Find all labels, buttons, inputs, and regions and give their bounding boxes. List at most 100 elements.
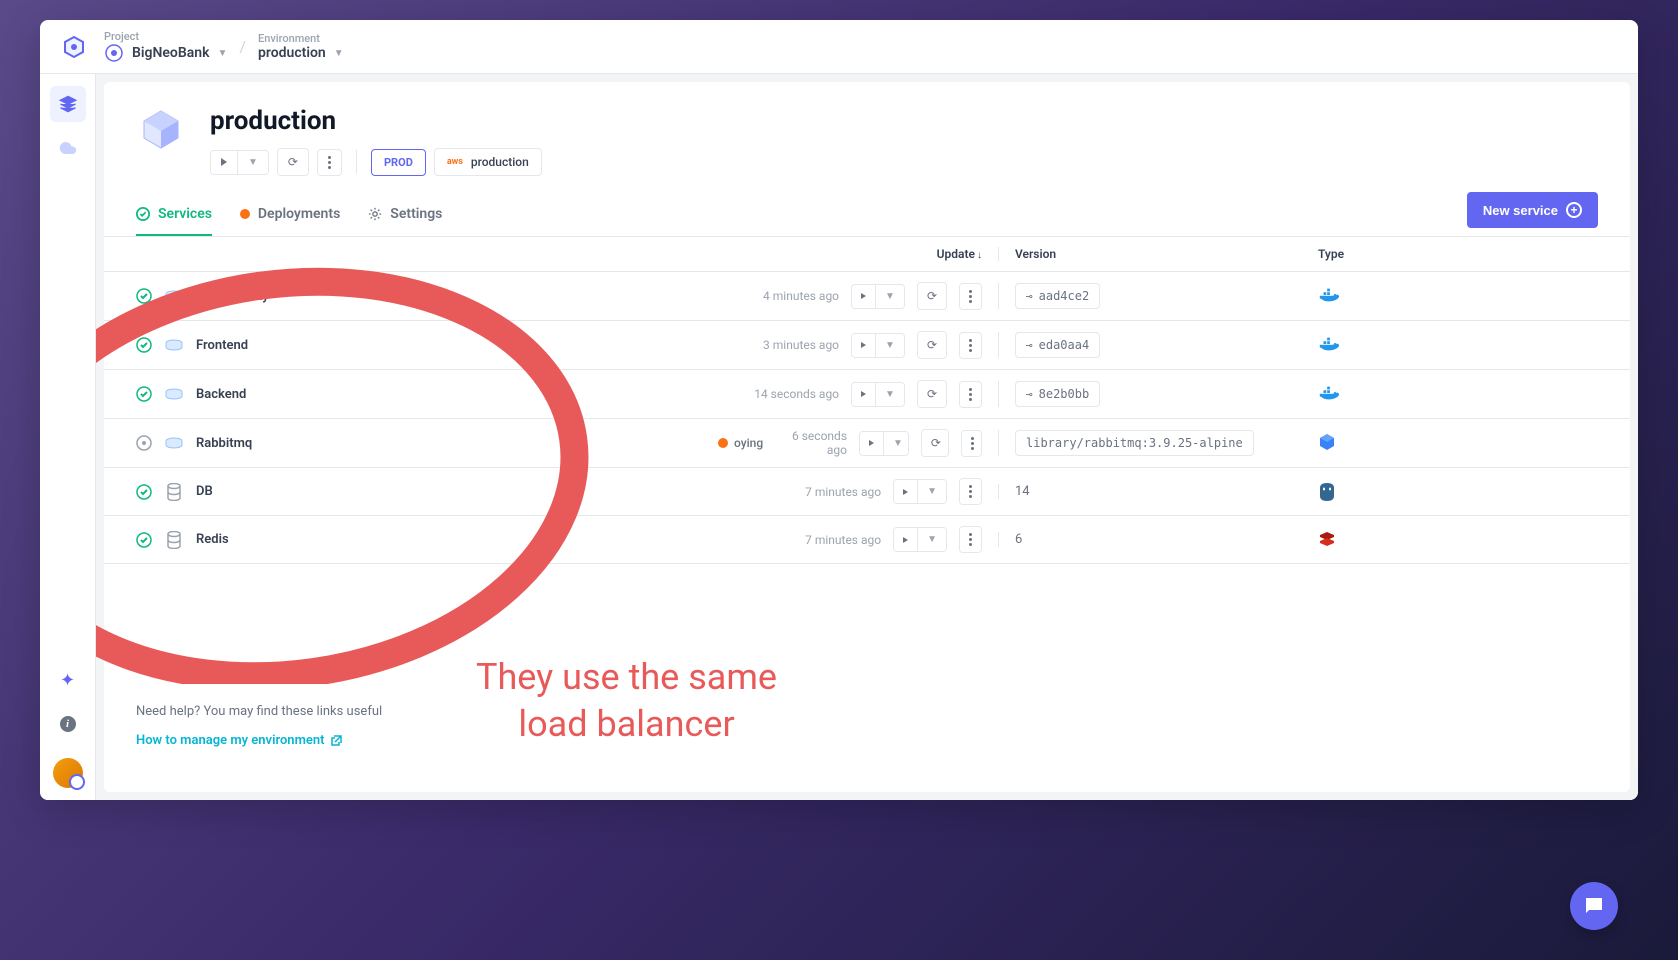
tab-label: Settings [390, 206, 442, 222]
chevron-down-icon: ▼ [885, 291, 895, 302]
row-play-button[interactable] [852, 334, 876, 357]
play-dropdown-button[interactable]: ▼ [238, 151, 268, 174]
cycle-icon: ⟳ [927, 338, 937, 352]
sidebar-item-environments[interactable] [50, 86, 86, 122]
status-dot-icon [718, 438, 728, 448]
tab-label: Deployments [258, 206, 340, 222]
row-play-button[interactable] [860, 432, 884, 455]
chevron-down-icon: ▼ [927, 534, 937, 545]
row-play-dropdown[interactable]: ▼ [918, 480, 946, 503]
update-time: 7 minutes ago [805, 485, 881, 499]
version-text: 14 [1015, 484, 1030, 499]
service-name: DB [196, 484, 213, 499]
col-header-version: Version [998, 247, 1318, 261]
row-redeploy-button[interactable]: ⟳ [918, 332, 946, 358]
cycle-icon: ⟳ [931, 436, 941, 450]
chevron-down-icon: ▼ [893, 438, 903, 449]
service-icon [164, 335, 184, 355]
environment-icon [136, 106, 186, 156]
row-play-button[interactable] [894, 528, 918, 551]
tab-services[interactable]: Services [136, 194, 212, 236]
play-button[interactable] [211, 151, 238, 174]
row-more-button[interactable] [960, 333, 981, 358]
row-play-dropdown[interactable]: ▼ [876, 285, 904, 308]
row-play-button[interactable] [852, 285, 876, 308]
commit-tag[interactable]: ⊸8e2b0bb [1015, 381, 1100, 407]
new-service-button[interactable]: New service + [1467, 192, 1598, 228]
service-name: Frontend [196, 338, 248, 353]
divider [356, 150, 357, 174]
chevron-down-icon: ▼ [217, 48, 227, 59]
plus-circle-icon: + [1566, 202, 1582, 218]
table-row[interactable]: Backend 14 seconds ago ▼ ⟳ ⊸8e2b0bb [104, 370, 1630, 419]
row-redeploy-button[interactable]: ⟳ [922, 430, 949, 456]
type-icon-docker [1318, 286, 1338, 306]
tab-settings[interactable]: Settings [368, 194, 442, 236]
sidebar-item-add[interactable]: ✦ [50, 662, 86, 698]
help-link-label: How to manage my environment [136, 733, 324, 748]
row-more-button[interactable] [960, 527, 981, 552]
status-ok-icon [136, 484, 152, 500]
col-header-update[interactable]: Update↓ [718, 247, 998, 261]
cloud-badge: aws production [434, 148, 542, 176]
chevron-down-icon: ▼ [927, 486, 937, 497]
sidebar-item-info[interactable]: i [50, 706, 86, 742]
row-more-button[interactable] [960, 479, 981, 504]
commit-icon: ⊸ [1026, 339, 1033, 352]
update-time: 7 minutes ago [805, 533, 881, 547]
table-row[interactable]: Rabbitmq oying 6 seconds ago ▼ ⟳ library… [104, 419, 1630, 468]
environment-name: production [258, 45, 326, 61]
row-redeploy-button[interactable]: ⟳ [918, 381, 946, 407]
row-more-button[interactable] [960, 284, 981, 309]
table-row[interactable]: Frontend 3 minutes ago ▼ ⟳ ⊸eda0aa4 [104, 321, 1630, 370]
row-more-button[interactable] [960, 382, 981, 407]
service-name: Backend [196, 387, 246, 402]
redeploy-button[interactable]: ⟳ [278, 149, 308, 175]
help-link[interactable]: How to manage my environment [136, 733, 1598, 748]
commit-tag[interactable]: ⊸aad4ce2 [1015, 283, 1100, 309]
user-avatar[interactable] [53, 758, 83, 788]
play-icon [903, 537, 908, 543]
external-link-icon [330, 735, 342, 747]
row-redeploy-button[interactable]: ⟳ [918, 283, 946, 309]
service-icon [164, 530, 184, 550]
row-play-dropdown[interactable]: ▼ [918, 528, 946, 551]
row-play-dropdown[interactable]: ▼ [884, 432, 909, 455]
service-icon [164, 384, 184, 404]
aws-icon: aws [447, 157, 463, 167]
row-play-button[interactable] [894, 480, 918, 503]
row-play-dropdown[interactable]: ▼ [876, 383, 904, 406]
project-selector[interactable]: BigNeoBank ▼ [104, 43, 227, 63]
play-icon [861, 293, 866, 299]
row-more-button[interactable] [962, 431, 982, 456]
type-icon-docker [1318, 335, 1338, 355]
status-ok-icon [136, 288, 152, 304]
tab-deployments[interactable]: Deployments [240, 194, 340, 236]
status-dot-icon [240, 209, 250, 219]
chat-widget[interactable] [1570, 882, 1618, 930]
cloud-label: production [471, 155, 529, 169]
type-icon-postgres [1318, 482, 1338, 502]
dots-vertical-icon [969, 290, 972, 303]
app-logo[interactable] [60, 33, 88, 61]
table-row[interactable]: DB 7 minutes ago ▼ 14 [104, 468, 1630, 516]
more-button[interactable] [318, 150, 341, 175]
version-tag[interactable]: library/rabbitmq:3.9.25-alpine [1015, 430, 1254, 456]
gear-icon [368, 207, 382, 221]
environment-selector[interactable]: production ▼ [258, 45, 344, 61]
sidebar-item-cloud[interactable] [50, 130, 86, 166]
table-row[interactable]: Redis 7 minutes ago ▼ 6 [104, 516, 1630, 564]
commit-icon: ⊸ [1026, 290, 1033, 303]
breadcrumb-separator: / [239, 37, 246, 56]
commit-icon: ⊸ [1026, 388, 1033, 401]
table-row[interactable]: API gateway 4 minutes ago ▼ ⟳ ⊸aad4ce2 [104, 272, 1630, 321]
commit-tag[interactable]: ⊸eda0aa4 [1015, 332, 1100, 358]
row-play-dropdown[interactable]: ▼ [876, 334, 904, 357]
status-ok-icon [136, 386, 152, 402]
play-icon [869, 440, 874, 446]
content-card: production ▼ ⟳ [104, 82, 1630, 792]
env-badge: PROD [371, 149, 426, 176]
service-icon [164, 482, 184, 502]
service-icon [164, 286, 184, 306]
row-play-button[interactable] [852, 383, 876, 406]
